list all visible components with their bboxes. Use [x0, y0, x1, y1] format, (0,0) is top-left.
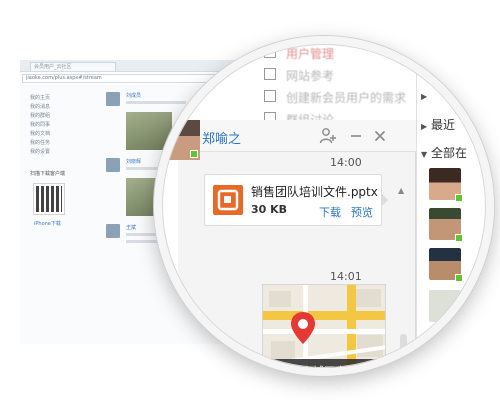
- file-name: 销售团队培训文件.pptx: [251, 185, 378, 199]
- contact-list-panel: ▶ ▶ 最近 ▼ 全部在: [416, 36, 494, 376]
- chevron-down-icon: ▼: [421, 150, 428, 159]
- online-status-icon: [455, 234, 463, 242]
- download-link[interactable]: 下载: [319, 204, 341, 220]
- checklist-item[interactable]: 网站参考: [264, 64, 414, 86]
- avatar[interactable]: [106, 224, 120, 238]
- pptx-file-icon: [213, 185, 243, 215]
- contact-avatar[interactable]: [429, 248, 463, 282]
- add-user-icon[interactable]: [318, 126, 338, 146]
- sidebar-item[interactable]: 我的主页: [30, 94, 50, 102]
- download-link[interactable]: iPhone下载: [34, 220, 61, 227]
- sidebar-item[interactable]: 我的文档: [30, 130, 50, 138]
- qr-code: [33, 183, 65, 215]
- checklist-item[interactable]: 创建新会员用户的需求: [264, 86, 414, 108]
- avatar[interactable]: [106, 92, 120, 106]
- close-icon[interactable]: [370, 126, 390, 146]
- sidebar-item[interactable]: 我的任务: [30, 139, 50, 147]
- group-label: 全部在: [431, 146, 468, 160]
- online-status-icon: [190, 150, 198, 158]
- checklist-label: 网站参考: [286, 69, 335, 83]
- task-checklist: 用户管理 网站参考 创建新会员用户的需求 群组讨论: [264, 42, 414, 130]
- contact-group-all[interactable]: ▼ 全部在: [421, 144, 467, 161]
- sidebar-menu: 我的主页 我的消息 我的群组 我的同事 我的文档 我的任务 我的设置: [30, 94, 50, 157]
- location-pin-icon: [289, 311, 317, 349]
- post-author[interactable]: 刘晓辉: [126, 158, 141, 165]
- checkbox[interactable]: [264, 90, 276, 102]
- chat-scrollbar[interactable]: [400, 334, 407, 374]
- sidebar-item[interactable]: 我的消息: [30, 103, 50, 111]
- chevron-right-icon: ▶: [421, 122, 428, 131]
- magnifier-lens: 用户管理 网站参考 创建新会员用户的需求 群组讨论 郑喻之: [154, 36, 494, 376]
- contact-avatar[interactable]: [162, 120, 200, 160]
- checklist-label: 创建新会员用户的需求: [286, 91, 407, 105]
- post-author[interactable]: 王斌: [126, 224, 136, 231]
- checkbox[interactable]: [264, 68, 276, 80]
- post-author[interactable]: 刘成员: [126, 92, 141, 99]
- contact-group[interactable]: ▶: [421, 88, 431, 102]
- message-timestamp: 14:01: [330, 270, 362, 283]
- checklist-label: 用户管理: [286, 47, 335, 61]
- preview-link[interactable]: 预览: [351, 204, 373, 220]
- chat-contact-name[interactable]: 郑喻之: [202, 128, 241, 147]
- contact-avatar[interactable]: [429, 290, 461, 322]
- checkbox[interactable]: [264, 46, 276, 58]
- map-caption: 北京市东城区幸福大街: [263, 359, 385, 376]
- location-message[interactable]: 北京市东城区幸福大街: [262, 284, 386, 376]
- contact-avatar[interactable]: [429, 168, 463, 202]
- chevron-right-icon: ▶: [421, 92, 428, 101]
- sidebar-item[interactable]: 我的同事: [30, 121, 50, 129]
- minimize-icon[interactable]: [346, 126, 366, 146]
- file-message[interactable]: 销售团队培训文件.pptx 30 KB 下载 预览: [204, 174, 388, 226]
- chat-window: 郑喻之 ▲ 14:00 销售团队培训文件.pptx 30 KB 下载 预览 14…: [162, 120, 416, 376]
- post-text: [126, 101, 186, 104]
- avatar[interactable]: [106, 158, 120, 172]
- chat-header: 郑喻之: [162, 120, 416, 160]
- online-status-icon: [455, 274, 463, 282]
- file-size: 30 KB: [251, 203, 288, 216]
- online-status-icon: [455, 194, 463, 202]
- qr-caption: 扫描下载客户端: [30, 171, 66, 177]
- checklist-item[interactable]: 用户管理: [264, 42, 414, 64]
- contact-group-recent[interactable]: ▶ 最近: [421, 116, 455, 133]
- location-address: 北京市东城区幸福大街: [269, 365, 379, 376]
- browser-tab[interactable]: 会员用户_云社区: [30, 62, 116, 71]
- sidebar-item[interactable]: 我的设置: [30, 148, 50, 156]
- scroll-up-icon[interactable]: ▲: [398, 186, 404, 195]
- sidebar-item[interactable]: 我的群组: [30, 112, 50, 120]
- message-timestamp: 14:00: [330, 156, 362, 169]
- group-label: 最近: [431, 118, 456, 132]
- contact-avatar[interactable]: [429, 208, 463, 242]
